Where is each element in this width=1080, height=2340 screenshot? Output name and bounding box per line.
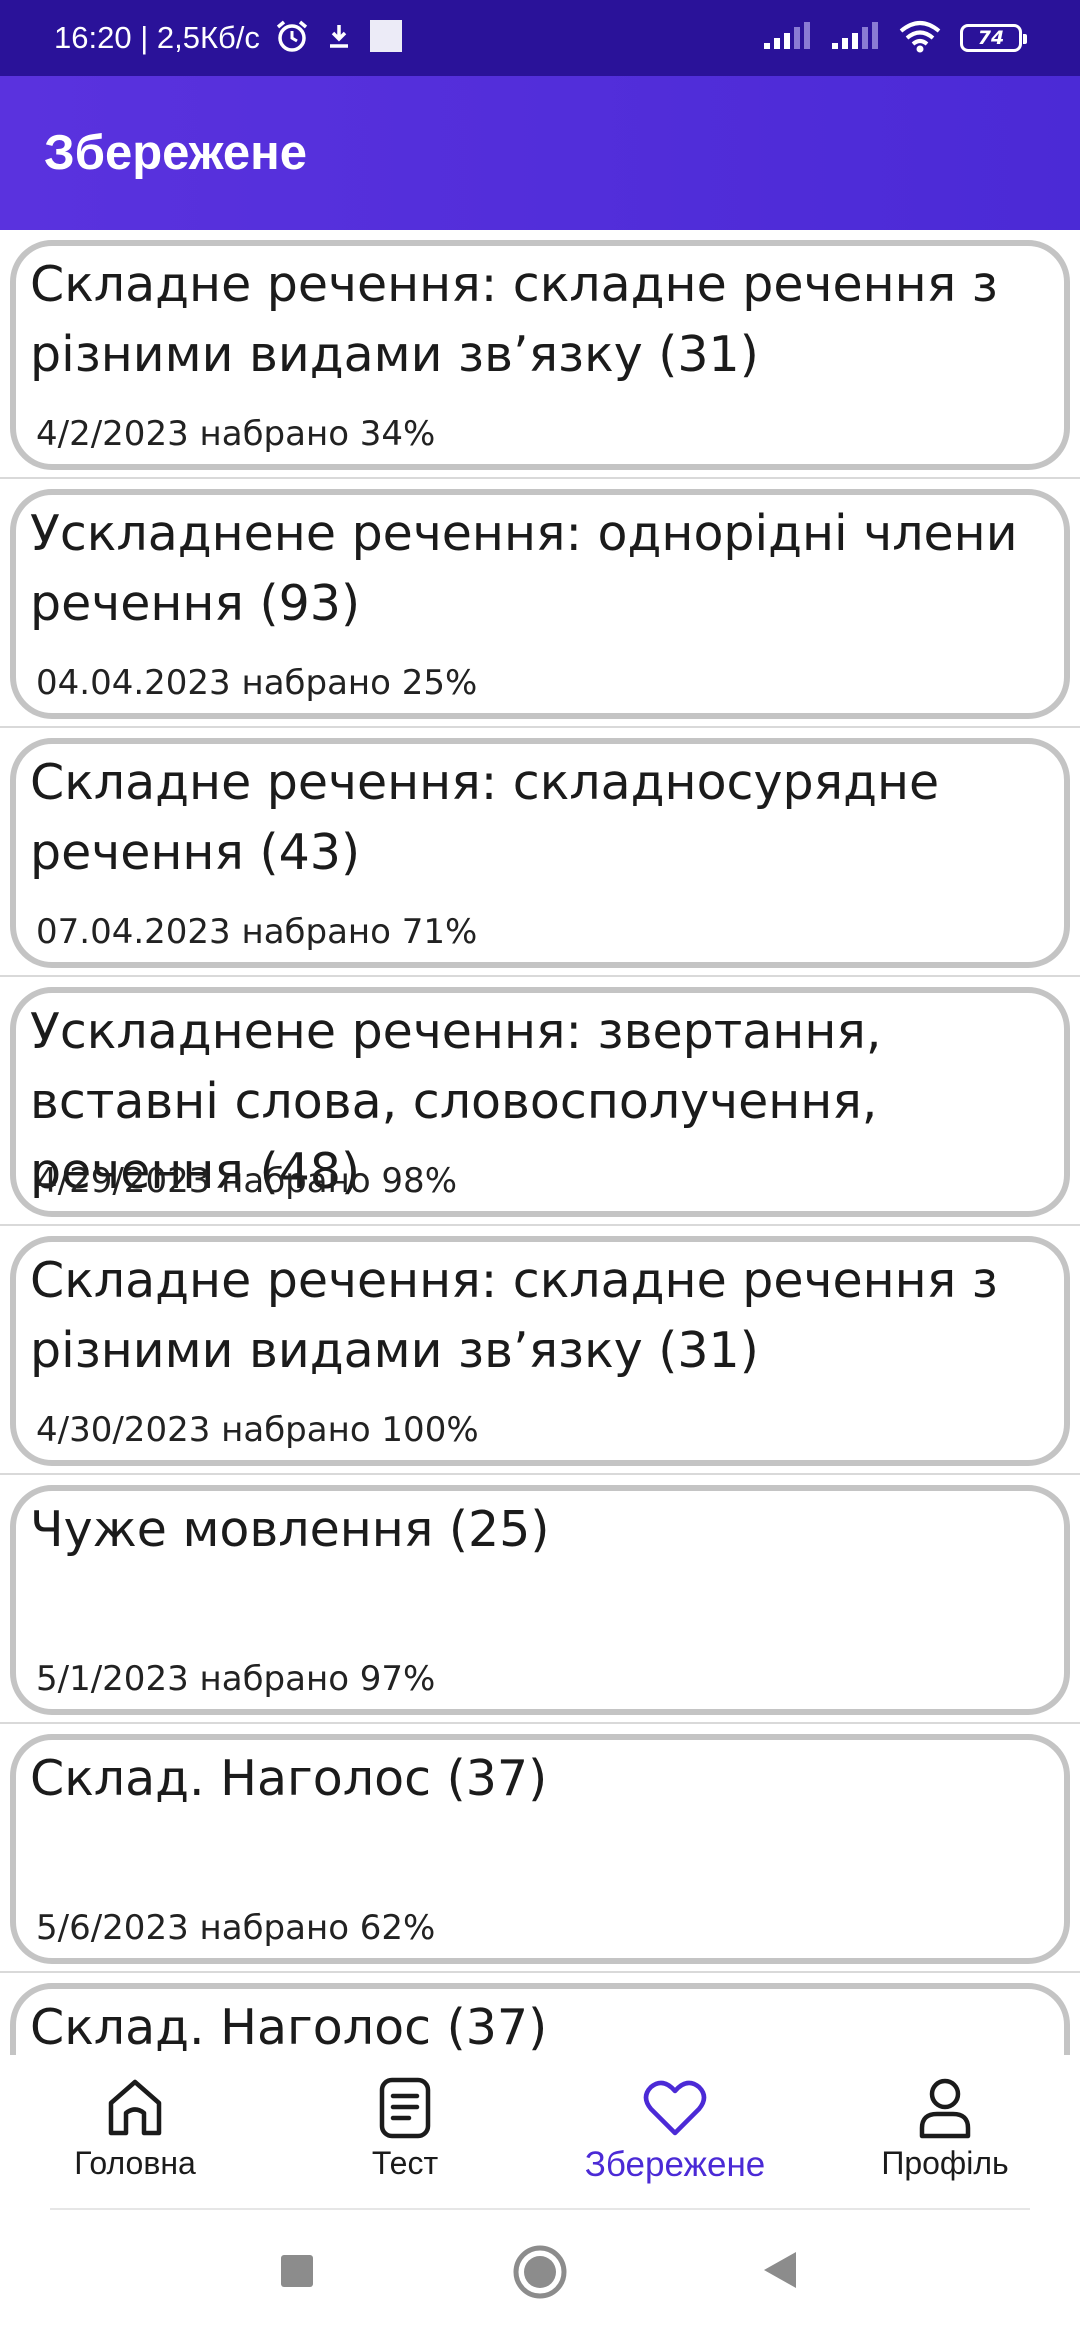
- wifi-icon: [898, 19, 942, 57]
- home-icon: [105, 2075, 165, 2141]
- saved-test-card[interactable]: Складне речення: складне речення з різни…: [10, 1236, 1070, 1466]
- card-title: Чуже мовлення (25): [30, 1501, 550, 1558]
- alarm-icon: [274, 18, 310, 58]
- card-subtitle: 5/1/2023 набрано 97%: [36, 1659, 436, 1699]
- card-subtitle: 4/30/2023 набрано 100%: [36, 1410, 479, 1450]
- user-icon: [917, 2075, 973, 2141]
- saved-test-card[interactable]: Ускладнене речення: звертання, вставні с…: [10, 987, 1070, 1217]
- download-icon: [324, 21, 354, 55]
- card-subtitle: 4/29/2023 набрано 98%: [36, 1161, 457, 1201]
- card-subtitle: 5/6/2023 набрано 62%: [36, 1908, 436, 1948]
- nav-test-label: Тест: [371, 2145, 439, 2181]
- card-title: Складне речення: складне речення з різни…: [30, 256, 998, 383]
- signal-icon: [762, 21, 812, 55]
- list-item[interactable]: Склад. Наголос (37) 5/6/2023 набрано 62%: [0, 1724, 1080, 1973]
- card-subtitle: 07.04.2023 набрано 71%: [36, 912, 478, 952]
- list-item[interactable]: Складне речення: складне речення з різни…: [0, 1226, 1080, 1475]
- saved-test-card[interactable]: Склад. Наголос (37): [10, 1983, 1070, 2055]
- list-item[interactable]: Складне речення: складне речення з різни…: [0, 230, 1080, 479]
- bottom-navigation: Головна Тест Збережене Профіль: [0, 2055, 1080, 2210]
- saved-test-card[interactable]: Складне речення: складносурядне речення …: [10, 738, 1070, 968]
- list-item[interactable]: Складне речення: складносурядне речення …: [0, 728, 1080, 977]
- saved-list[interactable]: Складне речення: складне речення з різни…: [0, 230, 1080, 2055]
- battery-icon: 74: [960, 24, 1027, 52]
- list-item[interactable]: Чуже мовлення (25) 5/1/2023 набрано 97%: [0, 1475, 1080, 1724]
- list-item[interactable]: Ускладнене речення: однорідні члени рече…: [0, 479, 1080, 728]
- recent-apps-icon[interactable]: [280, 2254, 314, 2292]
- system-navigation: [0, 2210, 1080, 2340]
- status-time: 16:20 | 2,5Кб/с: [54, 20, 260, 55]
- page-title: Збережене: [44, 126, 307, 180]
- nav-profile-label: Профіль: [881, 2145, 1009, 2181]
- nav-saved-label: Збережене: [584, 2145, 766, 2184]
- nav-saved[interactable]: Збережене: [540, 2055, 810, 2210]
- card-title: Складне речення: складносурядне речення …: [30, 754, 940, 881]
- nav-profile[interactable]: Профіль: [810, 2055, 1080, 2210]
- back-icon[interactable]: [762, 2250, 798, 2294]
- list-item[interactable]: Склад. Наголос (37): [0, 1973, 1080, 2055]
- notification-square-icon: [368, 18, 404, 58]
- list-item[interactable]: Ускладнене речення: звертання, вставні с…: [0, 977, 1080, 1226]
- document-icon: [378, 2075, 432, 2141]
- saved-test-card[interactable]: Склад. Наголос (37) 5/6/2023 набрано 62%: [10, 1734, 1070, 1964]
- app-bar: Збережене: [0, 76, 1080, 230]
- saved-test-card[interactable]: Чуже мовлення (25) 5/1/2023 набрано 97%: [10, 1485, 1070, 1715]
- card-subtitle: 04.04.2023 набрано 25%: [36, 663, 478, 703]
- card-title: Склад. Наголос (37): [30, 1750, 548, 1807]
- heart-icon: [643, 2075, 707, 2141]
- signal-icon: [830, 21, 880, 55]
- nav-home[interactable]: Головна: [0, 2055, 270, 2210]
- card-title: Склад. Наголос (37): [30, 1999, 548, 2055]
- status-bar: 16:20 | 2,5Кб/с 74: [0, 0, 1080, 76]
- card-subtitle: 4/2/2023 набрано 34%: [36, 414, 436, 454]
- saved-test-card[interactable]: Складне речення: складне речення з різни…: [10, 240, 1070, 470]
- card-title: Складне речення: складне речення з різни…: [30, 1252, 998, 1379]
- saved-test-card[interactable]: Ускладнене речення: однорідні члени рече…: [10, 489, 1070, 719]
- nav-home-label: Головна: [74, 2145, 196, 2181]
- card-title: Ускладнене речення: однорідні члени рече…: [30, 505, 1018, 632]
- nav-test[interactable]: Тест: [270, 2055, 540, 2210]
- home-button-icon[interactable]: [512, 2244, 568, 2304]
